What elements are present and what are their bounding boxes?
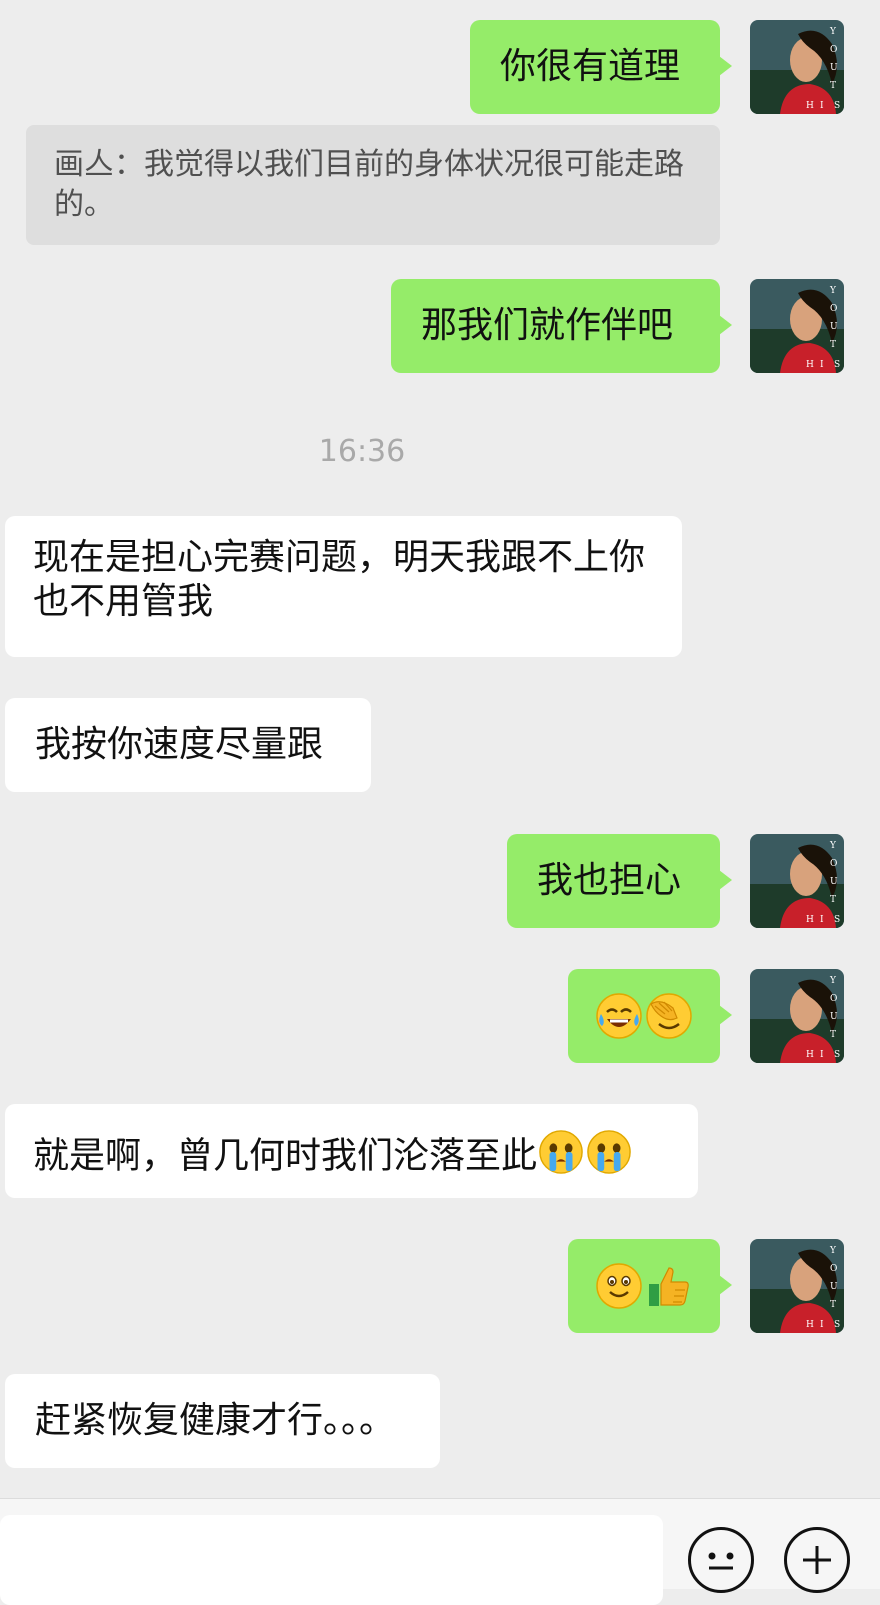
avatar[interactable]: YOUT HIS (750, 834, 844, 928)
svg-text:O: O (830, 304, 837, 314)
input-bar (0, 1498, 880, 1605)
tears-of-joy-icon (595, 992, 643, 1051)
svg-text:U: U (830, 63, 838, 73)
svg-text:Y: Y (829, 1246, 837, 1256)
message-text: 你很有道理 (500, 46, 681, 87)
plus-icon[interactable] (784, 1527, 850, 1593)
svg-text:O: O (830, 45, 837, 55)
svg-text:H: H (806, 915, 814, 925)
svg-text:T: T (830, 1030, 836, 1040)
svg-text:U: U (830, 1012, 838, 1022)
svg-text:O: O (830, 859, 837, 869)
svg-text:U: U (830, 322, 838, 332)
svg-text:H: H (806, 1320, 814, 1330)
message-input[interactable] (0, 1515, 663, 1605)
message-bubble-sent[interactable]: 那我们就作伴吧 (391, 279, 732, 373)
smile-icon (595, 1262, 643, 1321)
message-bubble-sent[interactable] (568, 1239, 732, 1333)
svg-text:S: S (834, 1320, 840, 1330)
message-bubble-sent[interactable]: 你很有道理 (470, 20, 732, 114)
svg-text:I: I (820, 1050, 824, 1060)
avatar[interactable]: YOUT HIS (750, 279, 844, 373)
emoji-face-icon[interactable] (688, 1527, 754, 1593)
message-text: 现在是担心完赛问题，明天我跟不上你也不用管我 (33, 537, 646, 622)
crying-face-icon (538, 1129, 584, 1186)
svg-text:I: I (820, 360, 824, 370)
crying-face-icon (586, 1129, 632, 1186)
svg-text:Y: Y (829, 286, 837, 296)
svg-text:I: I (820, 101, 824, 111)
svg-text:Y: Y (829, 976, 837, 986)
quoted-message[interactable]: 画亼：我觉得以我们目前的身体状况很可能走路的。 (26, 125, 720, 245)
message-bubble-received[interactable]: 赶紧恢复健康才行。。。 (5, 1374, 440, 1468)
quoted-message-text: 画亼：我觉得以我们目前的身体状况很可能走路的。 (54, 147, 684, 222)
facepalm-icon (645, 992, 693, 1051)
svg-text:T: T (830, 340, 836, 350)
svg-text:I: I (820, 1320, 824, 1330)
svg-text:T: T (830, 1300, 836, 1310)
message-bubble-sent[interactable]: 我也担心 (507, 834, 732, 928)
svg-text:O: O (830, 994, 837, 1004)
svg-text:S: S (834, 101, 840, 111)
message-bubble-received[interactable]: 我按你速度尽量跟 (5, 698, 371, 792)
avatar[interactable]: YOUT HIS (750, 969, 844, 1063)
message-text: 我按你速度尽量跟 (35, 724, 324, 765)
avatar[interactable]: YOUT HIS (750, 20, 844, 114)
svg-text:S: S (834, 915, 840, 925)
svg-text:H: H (806, 1050, 814, 1060)
svg-text:S: S (834, 360, 840, 370)
message-bubble-sent[interactable] (568, 969, 732, 1063)
svg-text:T: T (830, 81, 836, 91)
svg-text:U: U (830, 1282, 838, 1292)
avatar[interactable]: YOUT HIS (750, 1239, 844, 1333)
message-text: 那我们就作伴吧 (421, 305, 674, 346)
message-text: 就是啊，曾几何时我们沦落至此 (33, 1135, 538, 1177)
message-text: 赶紧恢复健康才行。。。 (35, 1400, 396, 1441)
svg-text:T: T (830, 895, 836, 905)
message-text: 我也担心 (537, 860, 682, 901)
svg-text:U: U (830, 877, 838, 887)
svg-text:Y: Y (829, 841, 837, 851)
svg-text:H: H (806, 360, 814, 370)
svg-text:S: S (834, 1050, 840, 1060)
svg-text:O: O (830, 1264, 837, 1274)
svg-text:Y: Y (829, 27, 837, 37)
svg-text:I: I (820, 915, 824, 925)
timestamp: 16:36 (318, 434, 406, 469)
chat-area[interactable]: 你很有道理 YOUTHIS 画亼：我觉得以我们目前的身体状况很可能走路的。 那我… (0, 0, 880, 1512)
message-bubble-received[interactable]: 现在是担心完赛问题，明天我跟不上你也不用管我 (5, 516, 682, 657)
message-bubble-received[interactable]: 就是啊，曾几何时我们沦落至此 (5, 1104, 698, 1198)
thumbs-up-icon (645, 1262, 693, 1321)
svg-text:H: H (806, 101, 814, 111)
